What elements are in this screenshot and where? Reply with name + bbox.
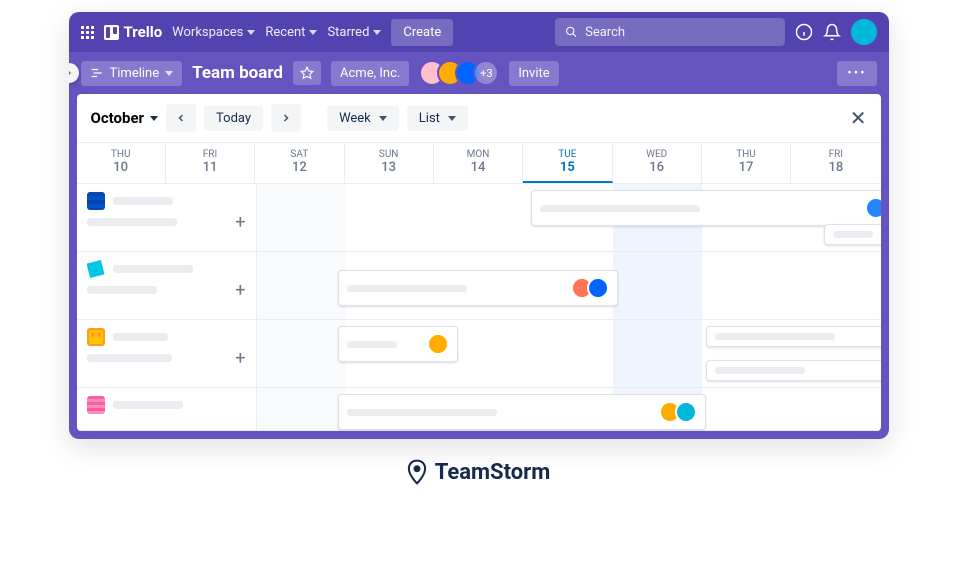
day-header: MON14: [434, 143, 523, 183]
invite-button[interactable]: Invite: [509, 61, 558, 86]
timeline-icon: [90, 66, 104, 80]
day-header: THU10: [77, 143, 166, 183]
timeline-card[interactable]: [338, 270, 619, 306]
view-switcher[interactable]: Timeline: [81, 61, 183, 86]
list-row: +: [77, 320, 881, 388]
timeline-card[interactable]: [706, 360, 881, 381]
nav-starred[interactable]: Starred: [327, 25, 381, 40]
add-card-button[interactable]: +: [235, 280, 245, 301]
timeline-card[interactable]: [706, 326, 881, 347]
chevron-down-icon: [165, 71, 173, 76]
chevron-down-icon: [150, 116, 158, 121]
month-selector[interactable]: October: [91, 109, 159, 127]
list-row: [77, 388, 881, 431]
app-switcher-icon[interactable]: [81, 26, 94, 39]
brand-name: Trello: [124, 23, 163, 41]
add-card-button[interactable]: +: [235, 212, 245, 233]
group-selector[interactable]: List: [407, 106, 468, 131]
board-members[interactable]: +3: [419, 60, 499, 86]
search-icon: [565, 25, 578, 39]
timeline-toolbar: October Today Week List ✕: [77, 94, 881, 142]
more-members-count[interactable]: +3: [473, 60, 499, 86]
list-row: +: [77, 252, 881, 320]
star-icon: [300, 66, 314, 80]
bell-icon[interactable]: [823, 23, 841, 41]
search-field[interactable]: [585, 25, 774, 40]
timeline-view: October Today Week List ✕ THU10FRI11SAT1…: [69, 94, 889, 439]
list-icon: [87, 396, 105, 414]
calendar-header: THU10FRI11SAT12SUN13MON14TUE15WED16THU17…: [77, 142, 881, 184]
today-button[interactable]: Today: [204, 106, 263, 131]
list-icon: [87, 328, 105, 346]
chevron-down-icon: [247, 30, 255, 35]
pin-icon: [407, 459, 427, 485]
list-icon: [87, 192, 105, 210]
board-title[interactable]: Team board: [192, 63, 283, 83]
day-header: THU17: [702, 143, 791, 183]
footer-brand-text: TeamStorm: [435, 460, 551, 485]
range-selector[interactable]: Week: [327, 106, 399, 131]
nav-recent[interactable]: Recent: [265, 25, 317, 40]
user-avatar[interactable]: [851, 19, 877, 45]
info-icon[interactable]: [795, 23, 813, 41]
nav-workspaces[interactable]: Workspaces: [172, 25, 255, 40]
add-card-button[interactable]: +: [235, 348, 245, 369]
timeline-card[interactable]: [824, 224, 880, 245]
day-header: WED16: [613, 143, 702, 183]
search-input[interactable]: [555, 18, 785, 46]
chevron-down-icon: [379, 116, 387, 121]
list-row: +: [77, 184, 881, 252]
footer-brand: TeamStorm: [0, 459, 957, 485]
board-bar: Timeline Team board Acme, Inc. +3 Invite…: [69, 52, 889, 94]
close-icon[interactable]: ✕: [850, 106, 867, 130]
trello-logo[interactable]: Trello: [104, 23, 163, 41]
board-menu-button[interactable]: •••: [837, 61, 876, 86]
star-button[interactable]: [293, 61, 321, 85]
day-header: TUE15: [523, 143, 612, 183]
next-button[interactable]: [271, 104, 301, 132]
timeline-card[interactable]: [531, 190, 880, 226]
day-header: SAT12: [255, 143, 344, 183]
workspace-button[interactable]: Acme, Inc.: [331, 61, 409, 86]
day-header: SUN13: [345, 143, 434, 183]
global-topbar: Trello Workspaces Recent Starred Create: [69, 12, 889, 52]
prev-button[interactable]: [166, 104, 196, 132]
chevron-down-icon: [309, 30, 317, 35]
chevron-down-icon: [448, 116, 456, 121]
list-icon: [87, 260, 105, 278]
sidebar-expand-button[interactable]: [69, 63, 79, 83]
create-button[interactable]: Create: [391, 19, 453, 46]
timeline-card[interactable]: [338, 326, 458, 362]
day-header: FRI18: [791, 143, 880, 183]
chevron-down-icon: [373, 30, 381, 35]
day-header: FRI11: [166, 143, 255, 183]
timeline-card[interactable]: [338, 394, 706, 430]
